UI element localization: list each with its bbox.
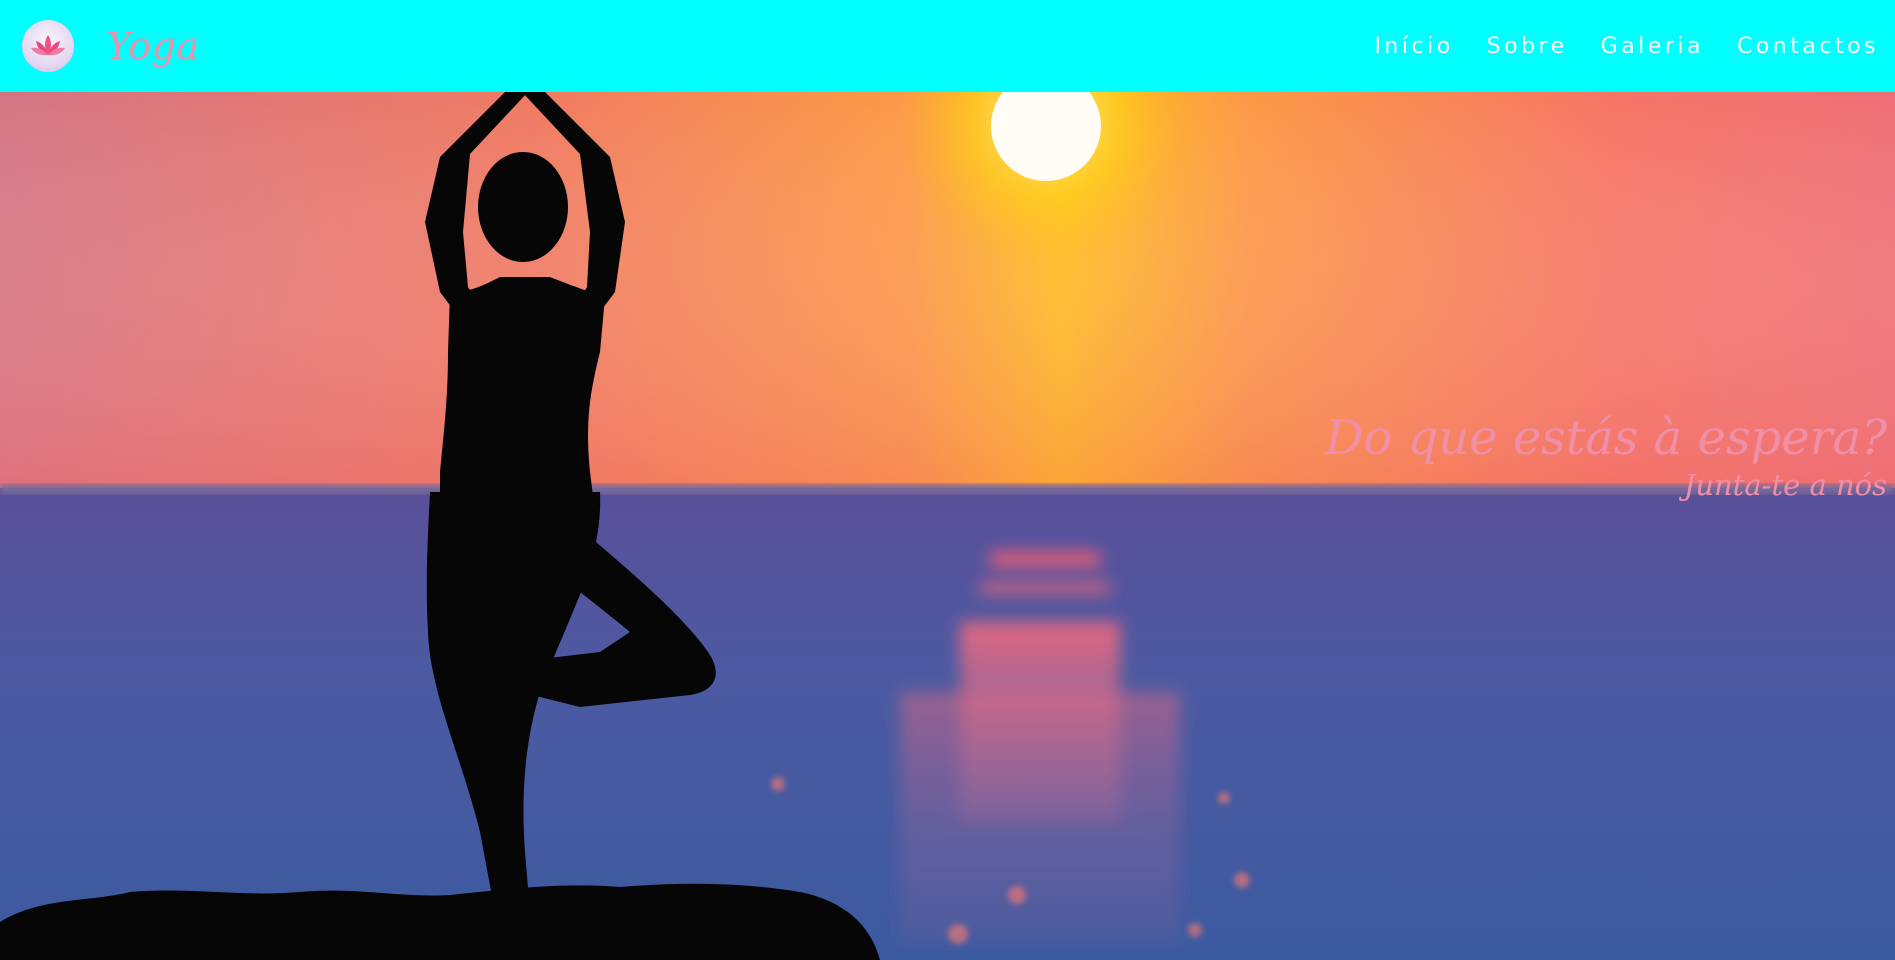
nav-item-galeria[interactable]: Galeria bbox=[1601, 34, 1704, 59]
nav-item-contactos[interactable]: Contactos bbox=[1737, 34, 1879, 59]
brand-name[interactable]: Yoga bbox=[106, 24, 200, 68]
lotus-icon[interactable] bbox=[22, 20, 74, 72]
hero-cta: Do que estás à espera? Junta-te a nós bbox=[1325, 410, 1887, 502]
brand[interactable]: Yoga bbox=[0, 0, 200, 92]
hero-subtitle[interactable]: Junta-te a nós bbox=[1325, 468, 1887, 502]
nav-item-sobre[interactable]: Sobre bbox=[1487, 34, 1568, 59]
navbar: Yoga Início Sobre Galeria Contactos bbox=[0, 0, 1895, 92]
hero-title: Do que estás à espera? bbox=[1324, 410, 1887, 466]
main-menu: Início Sobre Galeria Contactos bbox=[1341, 34, 1895, 59]
nav-item-inicio[interactable]: Início bbox=[1374, 34, 1453, 59]
hero-banner: Do que estás à espera? Junta-te a nós bbox=[0, 92, 1895, 960]
hero-background-image bbox=[0, 92, 1895, 960]
